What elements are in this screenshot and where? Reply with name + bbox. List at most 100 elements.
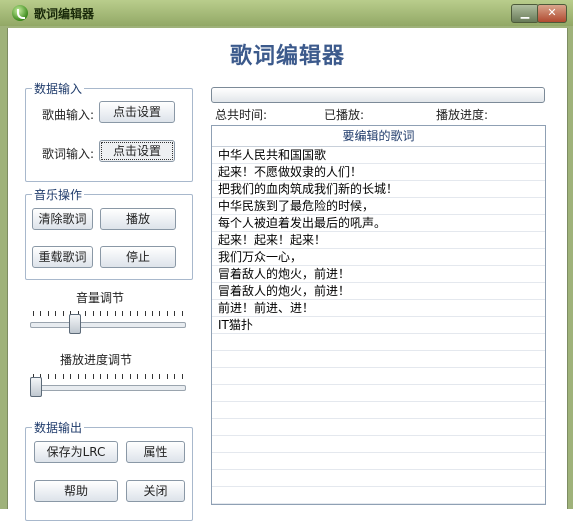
slider-tick: [137, 374, 139, 379]
app-logo-icon: [12, 5, 28, 21]
playback-progress-bar: [211, 87, 545, 103]
data-output-group: 数据输出: [25, 419, 193, 521]
lyric-line[interactable]: [212, 351, 545, 368]
lyric-line[interactable]: 起来！不愿做奴隶的人们！: [212, 164, 545, 181]
minimize-button[interactable]: ▁: [511, 4, 539, 23]
song-input-label: 歌曲输入:: [42, 108, 95, 122]
lyric-line[interactable]: [212, 402, 545, 419]
slider-tick: [92, 311, 94, 316]
lyric-line[interactable]: 冒着敌人的炮火，前进！: [212, 283, 545, 300]
lyric-line[interactable]: 每个人被迫着发出最后的吼声。: [212, 215, 545, 232]
lyric-input-label: 歌词输入:: [42, 147, 95, 161]
lyric-line[interactable]: [212, 368, 545, 385]
data-input-group: 数据输入: [25, 80, 193, 182]
lyric-line[interactable]: [212, 334, 545, 351]
volume-track: [30, 322, 186, 328]
lyrics-header: 要编辑的歌词: [212, 126, 545, 147]
lyric-line[interactable]: [212, 470, 545, 487]
close-window-button[interactable]: ✕: [537, 4, 567, 23]
slider-tick: [137, 311, 139, 316]
lyric-set-button[interactable]: 点击设置: [99, 140, 175, 162]
slider-tick: [159, 311, 161, 316]
slider-tick: [166, 311, 168, 316]
properties-button[interactable]: 属性: [126, 441, 185, 463]
slider-tick: [122, 311, 124, 316]
seek-ticks: [33, 374, 183, 379]
slider-tick: [174, 374, 176, 379]
slider-tick: [62, 311, 64, 316]
volume-thumb[interactable]: [68, 314, 81, 334]
total-time-label: 总共时间:: [215, 108, 268, 122]
play-button[interactable]: 播放: [100, 208, 176, 230]
seek-label: 播放进度调节: [60, 353, 133, 367]
seek-thumb[interactable]: [30, 377, 42, 397]
lyric-line[interactable]: [212, 436, 545, 453]
song-set-button[interactable]: 点击设置: [99, 101, 175, 123]
slider-tick: [122, 374, 124, 379]
seek-track: [30, 385, 186, 391]
close-app-button[interactable]: 关闭: [126, 480, 185, 502]
slider-tick: [152, 374, 153, 379]
slider-tick: [114, 374, 116, 379]
played-label: 已播放:: [324, 108, 365, 122]
save-lrc-button[interactable]: 保存为LRC: [34, 441, 118, 463]
page-title: 歌词编辑器: [229, 43, 345, 69]
app-window: 歌词编辑器 ▁ ✕ 歌词编辑器 数据输入 歌曲输入: 点击设置 歌词输入: 点击…: [0, 0, 573, 521]
slider-tick: [99, 311, 101, 316]
lyric-line[interactable]: [212, 419, 545, 436]
reload-lyrics-button[interactable]: 重载歌词: [32, 246, 93, 268]
slider-tick: [47, 374, 49, 379]
music-ops-legend: 音乐操作: [34, 188, 83, 202]
slider-tick: [107, 311, 109, 316]
slider-tick: [129, 311, 131, 316]
slider-tick: [55, 311, 57, 316]
title-bar[interactable]: 歌词编辑器 ▁ ✕: [0, 0, 573, 26]
stop-button[interactable]: 停止: [100, 246, 176, 268]
data-input-legend: 数据输入: [34, 82, 83, 96]
data-output-legend: 数据输出: [34, 421, 83, 435]
lyrics-list[interactable]: 要编辑的歌词 中华人民共和国国歌 起来！不愿做奴隶的人们！ 把我们的血肉筑成我们新的…: [211, 125, 546, 505]
lyric-line[interactable]: 冒着敌人的炮火，前进！: [212, 266, 545, 283]
volume-label: 音量调节: [76, 291, 125, 305]
slider-tick: [166, 374, 168, 379]
slider-tick: [62, 374, 64, 379]
slider-tick: [152, 311, 153, 316]
slider-tick: [174, 311, 176, 316]
lyric-line[interactable]: 把我们的血肉筑成我们新的长城！: [212, 181, 545, 198]
slider-tick: [181, 374, 183, 379]
clear-lyrics-button[interactable]: 清除歌词: [32, 208, 93, 230]
slider-tick: [114, 311, 116, 316]
slider-tick: [99, 374, 101, 379]
lyric-line[interactable]: 中华人民共和国国歌: [212, 147, 545, 164]
lyric-line[interactable]: [212, 453, 545, 470]
lyric-line[interactable]: IT猫扑: [212, 317, 545, 334]
slider-tick: [47, 311, 49, 316]
slider-tick: [40, 311, 42, 316]
slider-tick: [107, 374, 109, 379]
seek-slider[interactable]: [30, 371, 186, 401]
lyric-line[interactable]: 起来！起来！起来！: [212, 232, 545, 249]
slider-tick: [144, 311, 146, 316]
client-area: 歌词编辑器 数据输入 歌曲输入: 点击设置 歌词输入: 点击设置 音乐操作 清除…: [7, 28, 568, 521]
lyric-line[interactable]: 中华民族到了最危险的时候，: [212, 198, 545, 215]
lyric-line[interactable]: 我们万众一心，: [212, 249, 545, 266]
lyrics-rows: 中华人民共和国国歌 起来！不愿做奴隶的人们！ 把我们的血肉筑成我们新的长城！ 中华民族…: [212, 147, 545, 504]
slider-tick: [33, 311, 34, 316]
slider-tick: [85, 374, 87, 379]
slider-tick: [77, 374, 79, 379]
slider-tick: [129, 374, 131, 379]
slider-tick: [181, 311, 183, 316]
volume-slider[interactable]: [30, 308, 186, 338]
progress-label: 播放进度:: [436, 108, 489, 122]
lyric-line[interactable]: [212, 487, 545, 504]
slider-tick: [55, 374, 57, 379]
slider-tick: [159, 374, 161, 379]
help-button[interactable]: 帮助: [34, 480, 118, 502]
slider-tick: [70, 374, 72, 379]
slider-tick: [144, 374, 146, 379]
volume-ticks: [33, 311, 183, 316]
lyric-line[interactable]: 前进！前进、进！: [212, 300, 545, 317]
slider-tick: [85, 311, 87, 316]
lyric-line[interactable]: [212, 385, 545, 402]
slider-tick: [92, 374, 94, 379]
